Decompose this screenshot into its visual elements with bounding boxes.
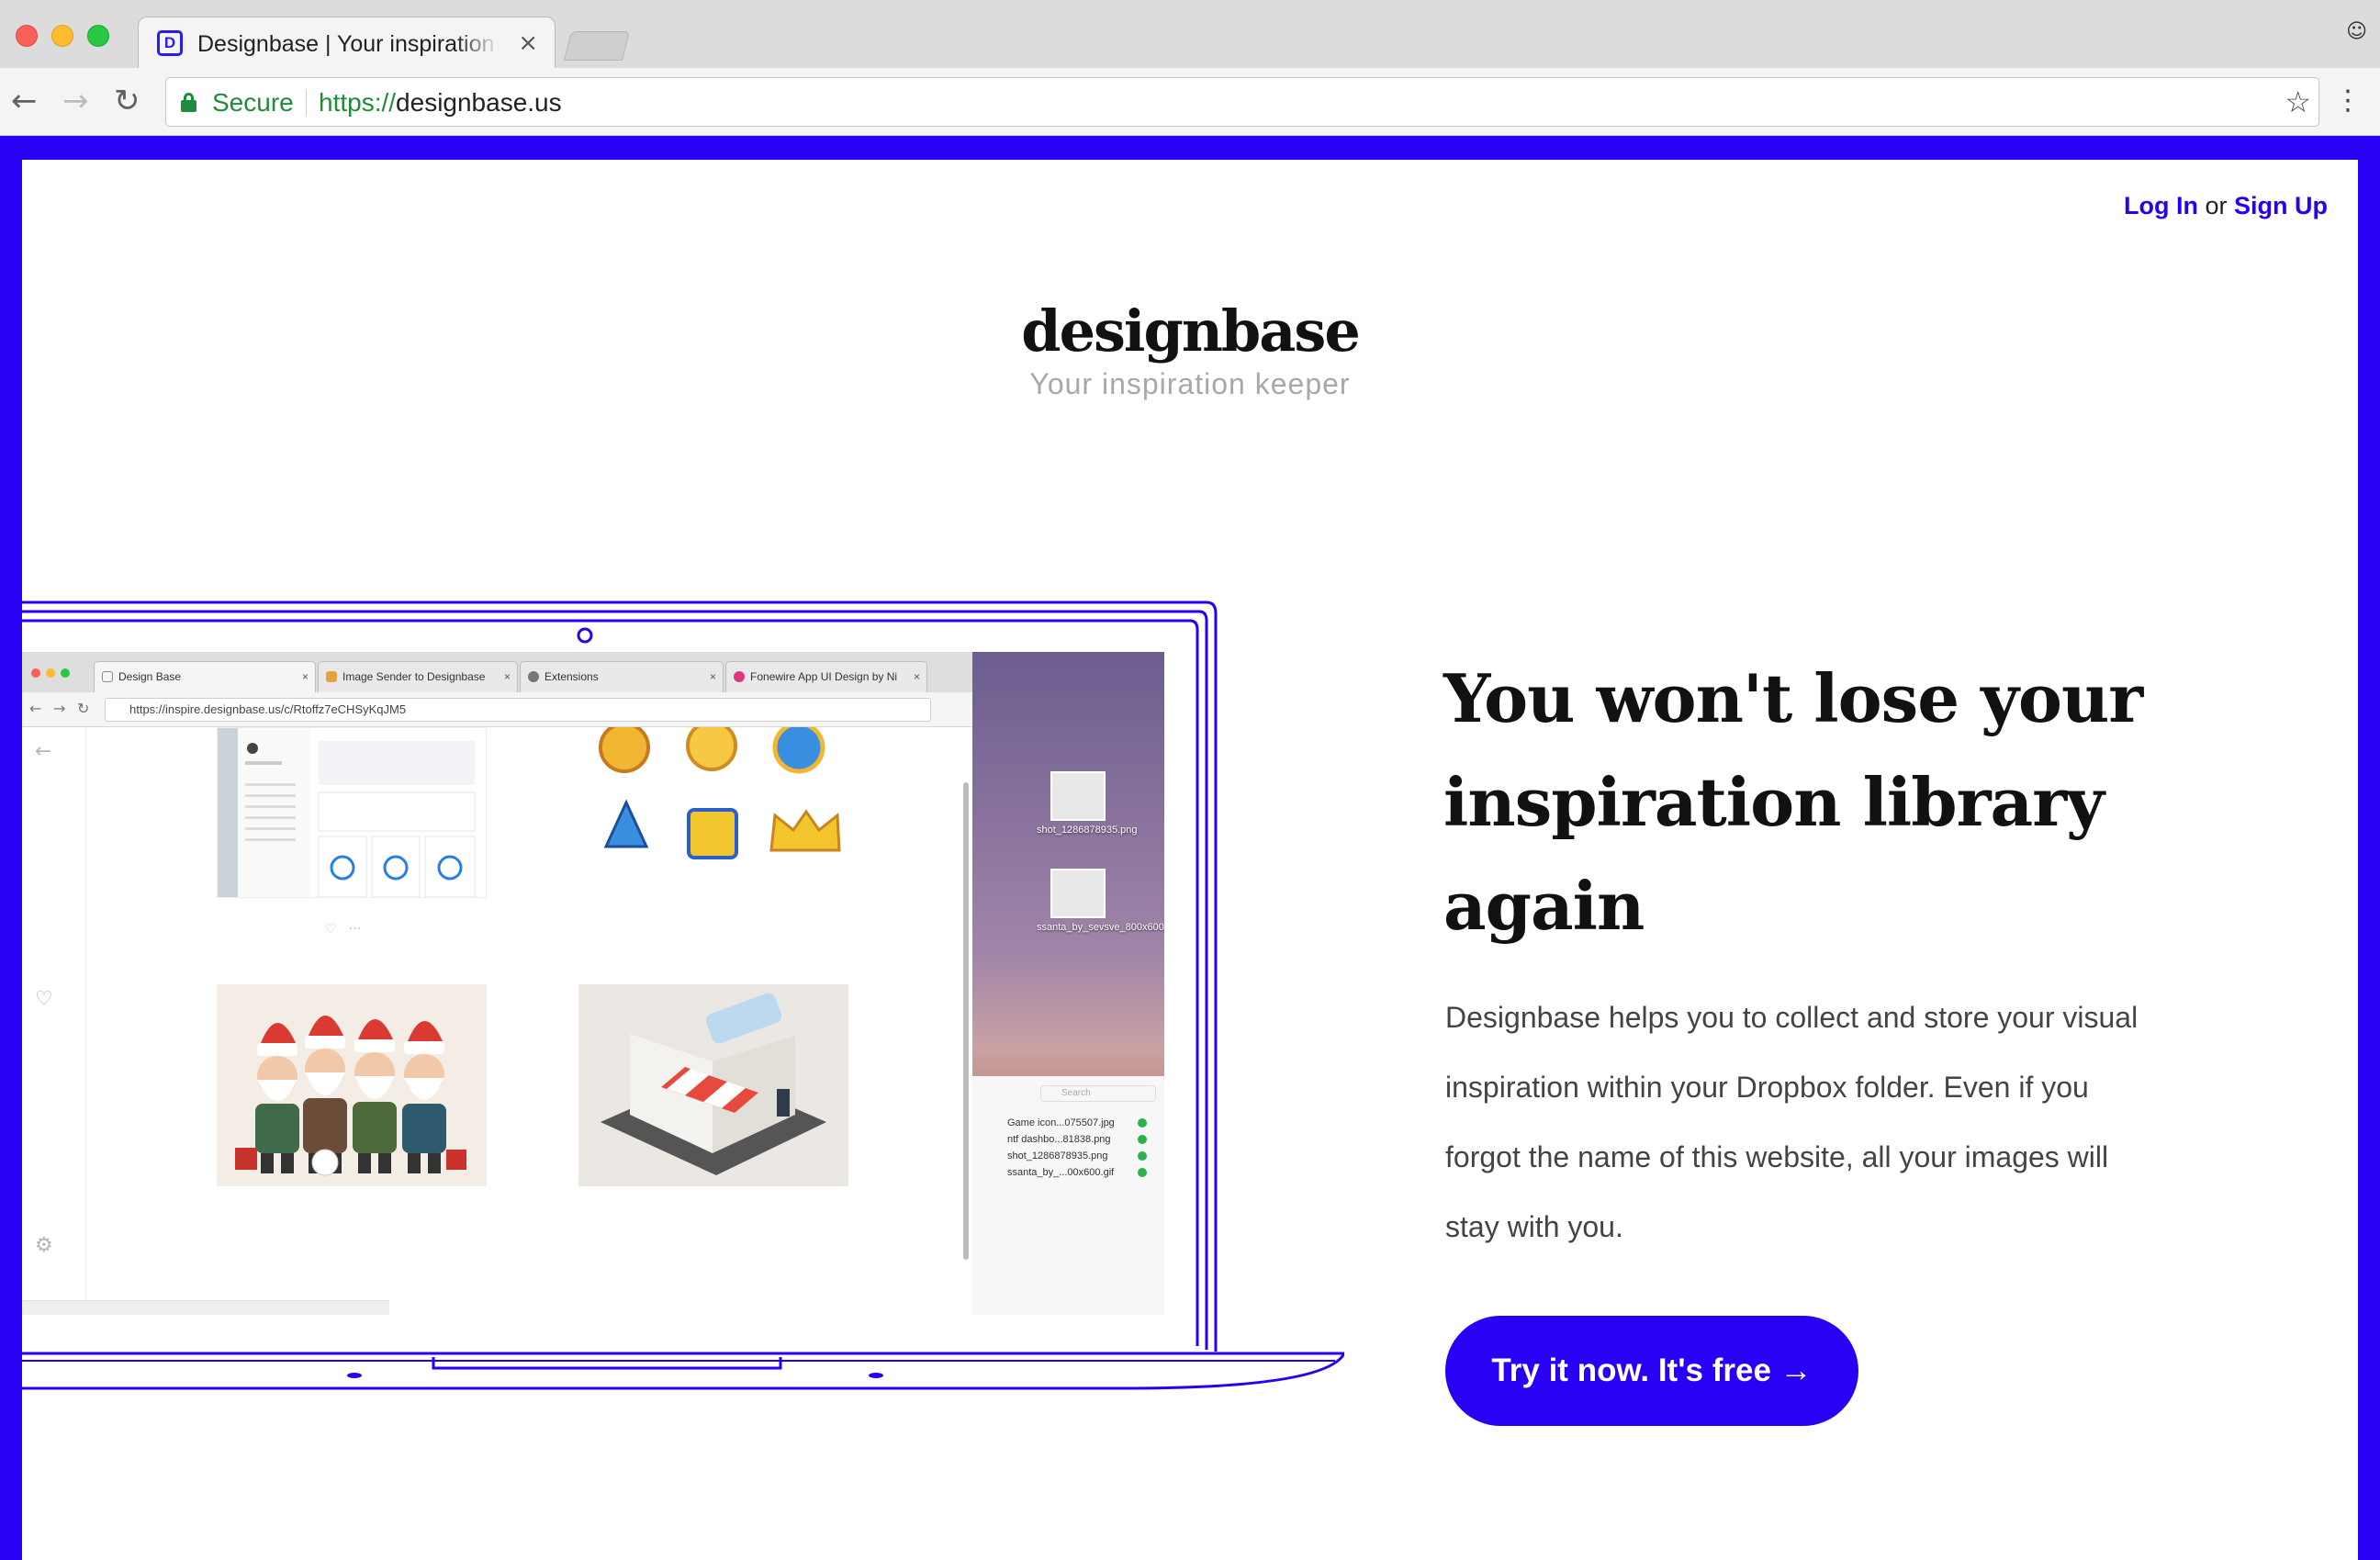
reload-icon[interactable]: ↻ — [114, 83, 140, 119]
url-text: https://designbase.us — [319, 87, 562, 118]
window-zoom-button[interactable] — [87, 25, 109, 47]
profile-icon[interactable]: ☺ — [2346, 20, 2367, 43]
try-it-now-button[interactable]: Try it now. It's free → — [1445, 1316, 1858, 1426]
bookmark-star-icon[interactable]: ☆ — [2285, 84, 2311, 119]
window-close-button[interactable] — [16, 25, 38, 47]
browser-toolbar: ← → ↻ Secure https://designbase.us ☆ ⋮ — [0, 68, 2380, 136]
secure-label: Secure — [212, 88, 294, 117]
browser-tab-bar: D Designbase | Your inspiration keeper ×… — [0, 0, 2380, 68]
brand-logo[interactable]: designbase — [22, 297, 2358, 365]
browser-menu-icon[interactable]: ⋮ — [2334, 84, 2362, 118]
tab-close-icon[interactable]: × — [518, 28, 538, 58]
url-host: designbase.us — [396, 88, 562, 117]
laptop-outline — [22, 600, 1344, 1390]
page-accent-frame: Log In or Sign Up designbase Your inspir… — [0, 136, 2380, 1560]
url-scheme: https:// — [319, 88, 397, 117]
designbase-favicon-icon: D — [157, 30, 183, 56]
forward-arrow-icon[interactable]: → — [62, 83, 89, 119]
tab-title: Designbase | Your inspiration keeper — [197, 31, 500, 57]
address-bar[interactable]: Secure https://designbase.us ☆ — [165, 77, 2319, 127]
signup-link[interactable]: Sign Up — [2234, 192, 2328, 219]
auth-or-text: or — [2205, 192, 2228, 219]
hero-title: You won't lose your inspiration library … — [1443, 659, 2143, 945]
login-link[interactable]: Log In — [2124, 192, 2198, 219]
window-minimize-button[interactable] — [51, 25, 73, 47]
page-content: Log In or Sign Up designbase Your inspir… — [22, 160, 2358, 1560]
auth-links: Log In or Sign Up — [2124, 189, 2328, 222]
url-separator — [306, 89, 307, 117]
brand-header: designbase Your inspiration keeper — [22, 297, 2358, 402]
hero-description: Designbase helps you to collect and stor… — [1445, 1001, 2139, 1243]
back-arrow-icon[interactable]: ← — [11, 83, 38, 119]
laptop-illustration: Design Base × Image Sender to Designbase… — [22, 599, 1344, 1397]
lock-icon — [181, 93, 196, 112]
brand-tagline: Your inspiration keeper — [1029, 367, 1351, 400]
new-tab-button[interactable] — [564, 31, 630, 61]
browser-tab-active[interactable]: D Designbase | Your inspiration keeper × — [138, 17, 556, 68]
